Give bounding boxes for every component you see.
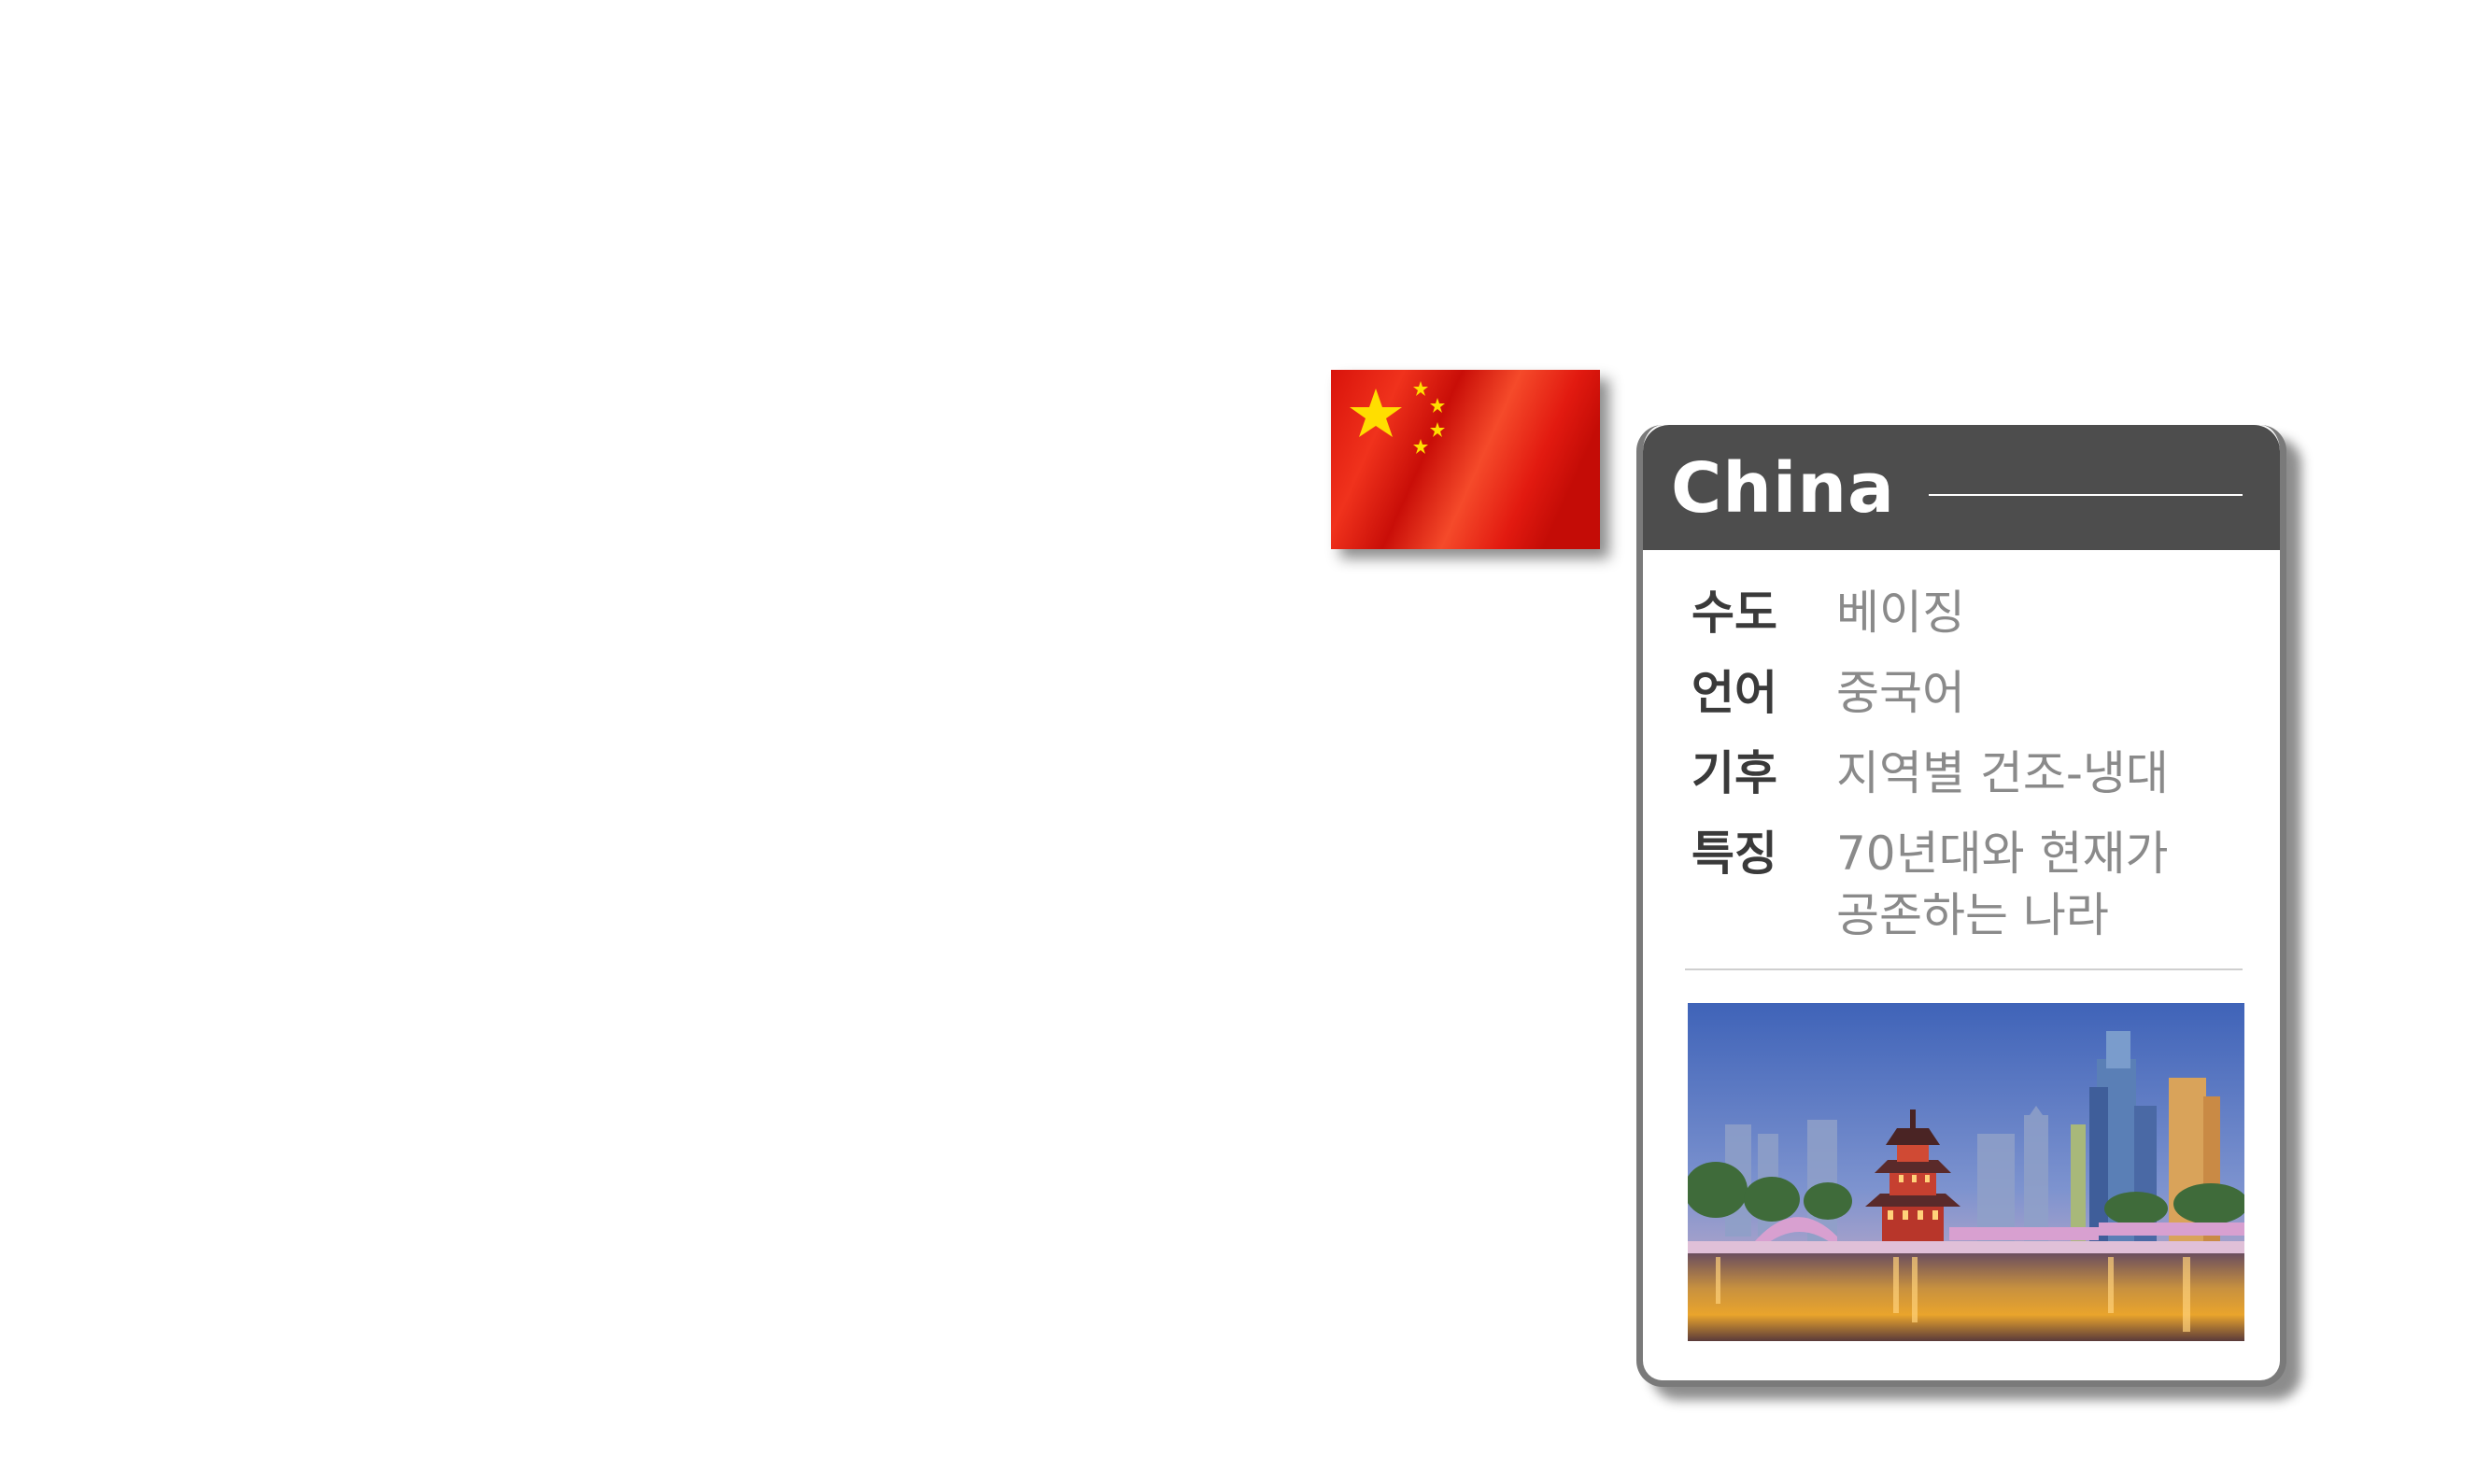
info-row-language: 언어 중국어 bbox=[1691, 662, 2252, 724]
info-label: 특징 bbox=[1691, 827, 1777, 881]
info-label: 언어 bbox=[1691, 666, 1777, 720]
info-row-climate: 기후 지역별 건조-냉대 bbox=[1691, 742, 2252, 804]
country-info-card: China 수도 베이징 언어 중국어 기후 지역별 건조-냉대 특징 70년대… bbox=[1636, 425, 2286, 1387]
divider bbox=[1685, 968, 2243, 970]
info-label: 수도 bbox=[1691, 586, 1777, 640]
info-value: 지역별 건조-냉대 bbox=[1836, 746, 2169, 800]
info-row-capital: 수도 베이징 bbox=[1691, 582, 2252, 643]
info-label: 기후 bbox=[1691, 746, 1777, 800]
china-flag-icon bbox=[1331, 370, 1600, 549]
info-row-feature: 특징 70년대와 현재가 공존하는 나라 bbox=[1691, 823, 2252, 946]
info-value: 중국어 bbox=[1836, 666, 1965, 720]
info-value: 베이징 bbox=[1836, 586, 1965, 640]
title-underline bbox=[1929, 494, 2243, 496]
card-header: China bbox=[1643, 425, 2280, 550]
info-value: 70년대와 현재가 공존하는 나라 bbox=[1836, 827, 2169, 942]
city-skyline-image bbox=[1688, 1003, 2244, 1341]
country-name: China bbox=[1671, 448, 1895, 529]
info-list: 수도 베이징 언어 중국어 기후 지역별 건조-냉대 특징 70년대와 현재가 … bbox=[1691, 582, 2252, 965]
